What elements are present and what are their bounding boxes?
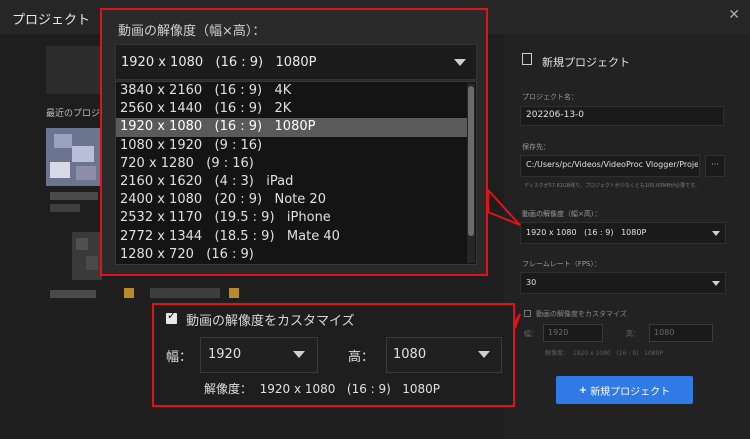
- height-value: 1080: [393, 347, 427, 362]
- resolution-option[interactable]: 2160 x 1620 (4 : 3) iPad: [116, 173, 468, 191]
- chevron-down-icon[interactable]: [293, 351, 305, 358]
- width-label: 幅：: [166, 350, 193, 365]
- resolution-dropdown-value: 1920 x 1080 (16 : 9) 1080P: [121, 55, 317, 70]
- resolution-option[interactable]: 720 x 1280 (9 : 16): [116, 155, 468, 173]
- custom-resolution-label: 動画の解像度をカスタマイズ: [186, 314, 355, 329]
- width-value: 1920: [208, 347, 242, 362]
- resolution-option-selected[interactable]: 1920 x 1080 (16 : 9) 1080P: [116, 118, 468, 137]
- height-label: 高：: [348, 350, 375, 365]
- list-scrollbar-thumb[interactable]: [468, 86, 474, 236]
- resolution-option[interactable]: 2772 x 1344 (18.5 : 9) Mate 40: [116, 228, 468, 246]
- resolution-option[interactable]: 2560 x 1440 (16 : 9) 2K: [116, 100, 468, 118]
- chevron-down-icon[interactable]: [478, 351, 490, 358]
- resolution-option[interactable]: 2400 x 1080 (20 : 9) Note 20: [116, 191, 468, 209]
- resolution-options-list[interactable]: 3840 x 2160 (16 : 9) 4K 2560 x 1440 (16 …: [115, 81, 477, 265]
- resolution-option[interactable]: 1280 x 720 (16 : 9): [116, 246, 468, 264]
- resolution-dropdown-label: 動画の解像度（幅×高）：: [118, 24, 266, 39]
- resolution-option[interactable]: 2532 x 1170 (19.5 : 9) iPhone: [116, 209, 468, 227]
- resolution-option[interactable]: 3840 x 2160 (16 : 9) 4K: [116, 82, 468, 100]
- checkmark-icon: ✓: [167, 309, 177, 322]
- chevron-down-icon[interactable]: [454, 59, 466, 66]
- resolution-option[interactable]: 1080 x 1920 (9 : 16): [116, 137, 468, 155]
- resolution-summary: 解像度： 1920 x 1080 (16 : 9) 1080P: [204, 382, 441, 396]
